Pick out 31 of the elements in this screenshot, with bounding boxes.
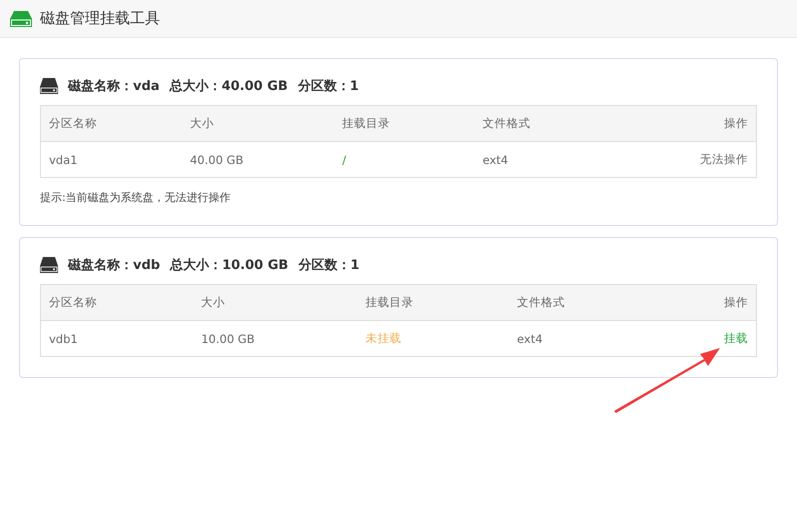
column-header: 挂载目录 (366, 295, 414, 309)
table-cell: ext4 (482, 152, 508, 166)
table-cell: ext4 (517, 332, 543, 346)
disk-info-text: 磁盘名称：vdb (68, 257, 160, 274)
column-header: 分区名称 (49, 295, 97, 309)
column-header: 文件格式 (517, 295, 566, 309)
disk-info-text: 总大小：40.00 GB (170, 78, 288, 95)
column-header: 分区名称 (49, 116, 97, 130)
disk-info-text: 磁盘名称：vda (68, 78, 160, 95)
column-header: 大小 (190, 116, 214, 130)
column-header: 大小 (201, 295, 226, 309)
mount-link[interactable]: 挂载 (724, 331, 748, 345)
column-header: 文件格式 (482, 116, 531, 130)
table-cell: vdb1 (49, 332, 78, 346)
drive-icon (10, 10, 32, 28)
hard-drive-icon (40, 78, 58, 94)
disk-info-text: 总大小：10.00 GB (170, 257, 288, 274)
column-header: 操作 (724, 116, 748, 130)
window-title: 磁盘管理挂载工具 (40, 9, 160, 28)
table-cell: vda1 (49, 152, 78, 166)
mount-status: / (342, 152, 346, 166)
table-cell: 10.00 GB (201, 332, 255, 346)
disk-info-text: 分区数：1 (298, 257, 360, 274)
mount-status: 未挂载 (366, 331, 402, 345)
hard-drive-icon (40, 257, 58, 273)
disk-info-text: 分区数：1 (298, 78, 359, 95)
table-cell: 40.00 GB (190, 152, 244, 166)
column-header: 挂载目录 (342, 116, 390, 130)
hint-text: 提示:当前磁盘为系统盘，无法进行操作 (40, 190, 231, 205)
column-header: 操作 (724, 295, 748, 309)
action-text: 无法操作 (700, 152, 748, 166)
